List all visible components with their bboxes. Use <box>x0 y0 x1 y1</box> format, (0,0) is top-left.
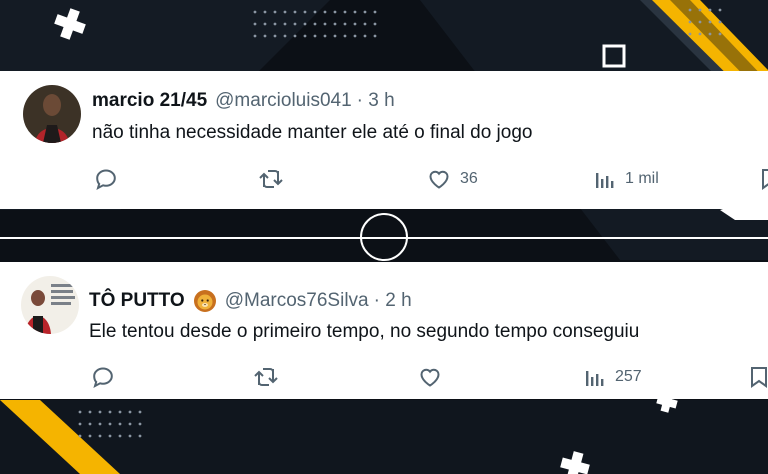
tweet-text: não tinha necessidade manter ele até o f… <box>92 122 533 143</box>
views-count: 1 mil <box>625 170 659 187</box>
bookmark-icon <box>751 367 767 388</box>
views-icon <box>596 173 614 188</box>
like-button[interactable] <box>418 365 442 389</box>
reply-icon <box>96 169 116 190</box>
bookmark-button[interactable] <box>760 167 768 191</box>
views-count: 257 <box>615 368 642 385</box>
tweet-text: Ele tentou desde o primeiro tempo, no se… <box>89 321 640 342</box>
bookmark-button[interactable] <box>749 365 768 389</box>
like-icon <box>429 170 449 189</box>
bookmark-icon <box>762 169 768 190</box>
user-handle[interactable]: @Marcos76Silva <box>225 290 369 312</box>
views-button[interactable]: 1 mil <box>594 167 659 191</box>
user-handle[interactable]: @marcioluis041 <box>215 90 352 112</box>
tweet-card[interactable]: TÔ PUTTO @Marcos76Silva · 2 h Ele tentou… <box>0 262 768 399</box>
timestamp[interactable]: · 2 h <box>374 290 412 312</box>
views-icon <box>586 371 604 386</box>
like-button[interactable]: 36 <box>427 167 478 191</box>
user-avatar[interactable] <box>23 85 81 143</box>
views-button[interactable]: 257 <box>584 365 642 389</box>
retweet-icon <box>254 368 278 386</box>
lion-face-emoji <box>193 290 216 312</box>
like-count: 36 <box>460 170 478 187</box>
like-icon <box>420 368 440 387</box>
reply-button[interactable] <box>94 167 118 191</box>
reply-button[interactable] <box>91 365 115 389</box>
timestamp[interactable]: · 3 h <box>357 90 395 112</box>
retweet-button[interactable] <box>253 365 279 389</box>
reply-icon <box>93 367 113 388</box>
display-name[interactable]: TÔ PUTTO <box>89 290 185 312</box>
retweet-button[interactable] <box>258 167 284 191</box>
tweet-card[interactable]: marcio 21/45 @marcioluis041 · 3 h não ti… <box>0 71 768 209</box>
retweet-icon <box>259 170 283 188</box>
user-avatar[interactable] <box>21 276 79 334</box>
display-name[interactable]: marcio 21/45 <box>92 90 207 112</box>
